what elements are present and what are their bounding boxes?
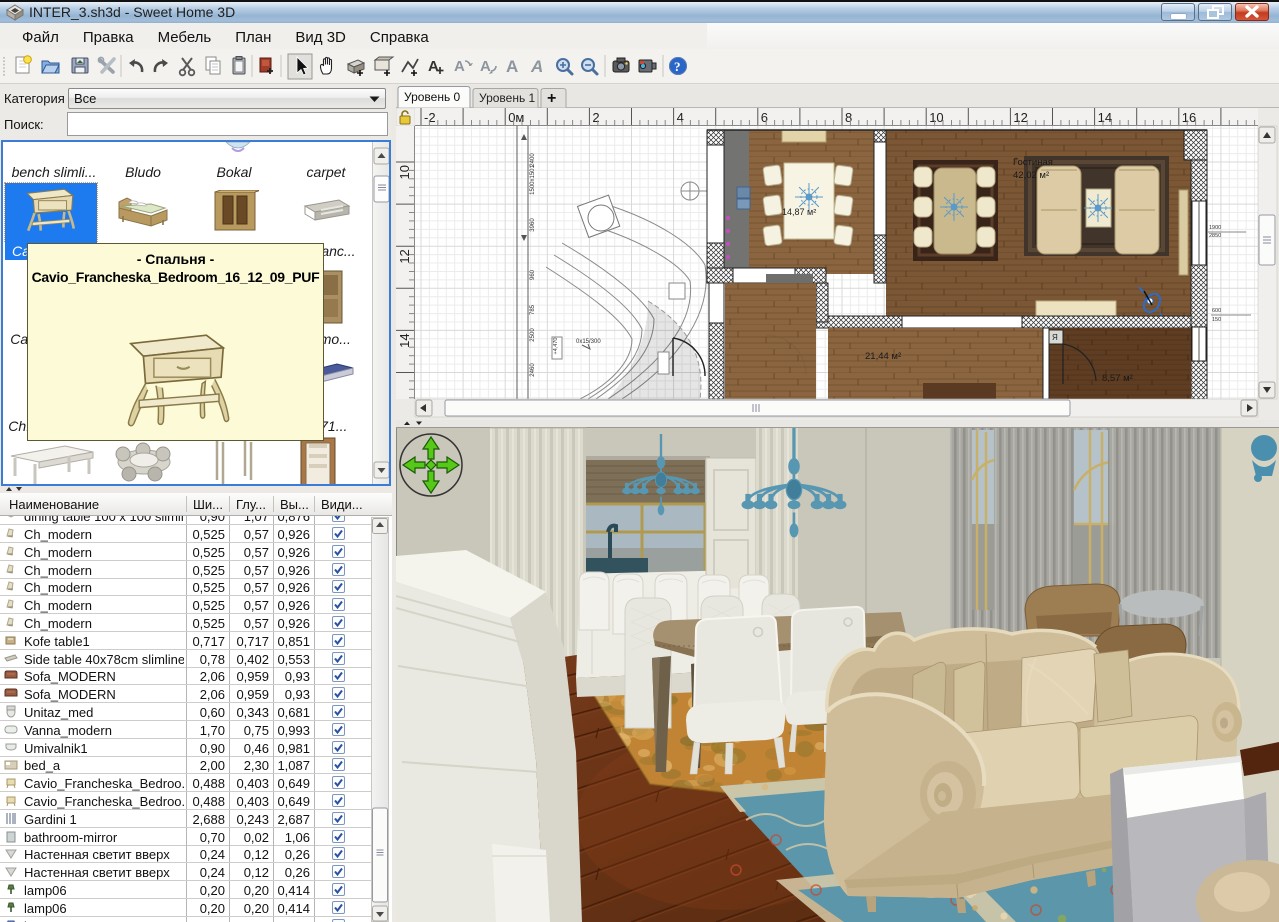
svg-text:Я: Я	[1052, 333, 1058, 342]
svg-text:2400: 2400	[530, 153, 536, 167]
svg-text:3960: 3960	[530, 218, 536, 232]
svg-text:+4,470: +4,470	[553, 338, 559, 355]
svg-text:42,02 м²: 42,02 м²	[1013, 170, 1049, 181]
svg-text:Гостиная: Гостиная	[1013, 157, 1053, 168]
svg-text:+: +	[547, 90, 556, 107]
svg-text:2850: 2850	[1209, 233, 1221, 239]
svg-text:1500x1501: 1500x1501	[530, 164, 536, 194]
svg-text:A: A	[506, 57, 518, 76]
svg-text:?: ?	[674, 59, 681, 74]
svg-text:4: 4	[677, 110, 684, 125]
svg-text:14,87 м²: 14,87 м²	[782, 207, 816, 217]
svg-text:14: 14	[397, 333, 412, 347]
svg-text:12: 12	[397, 249, 412, 263]
svg-text:A: A	[428, 58, 439, 75]
svg-text:785: 785	[530, 304, 536, 315]
svg-text:10: 10	[397, 165, 412, 179]
svg-text:16: 16	[1182, 110, 1196, 125]
svg-text:600: 600	[1212, 308, 1221, 314]
svg-text:2: 2	[592, 110, 599, 125]
svg-text:8: 8	[845, 110, 852, 125]
svg-text:Уровень 0: Уровень 0	[404, 90, 461, 104]
svg-text:6: 6	[761, 110, 768, 125]
svg-text:21,44 м²: 21,44 м²	[865, 351, 901, 362]
svg-text:A: A	[530, 57, 543, 76]
svg-text:Уровень 1: Уровень 1	[479, 91, 536, 105]
svg-text:1900: 1900	[1209, 225, 1221, 231]
svg-text:A: A	[454, 58, 465, 75]
svg-text:14: 14	[1098, 110, 1112, 125]
svg-text:2500: 2500	[530, 328, 536, 342]
svg-text:960: 960	[530, 269, 536, 280]
svg-text:2460: 2460	[530, 363, 536, 377]
svg-text:A: A	[480, 58, 491, 75]
svg-text:150: 150	[1212, 317, 1221, 323]
svg-text:10: 10	[929, 110, 943, 125]
svg-text:12: 12	[1013, 110, 1027, 125]
svg-text:8,57 м²: 8,57 м²	[1102, 373, 1133, 384]
svg-text:0х15/300: 0х15/300	[576, 339, 601, 345]
